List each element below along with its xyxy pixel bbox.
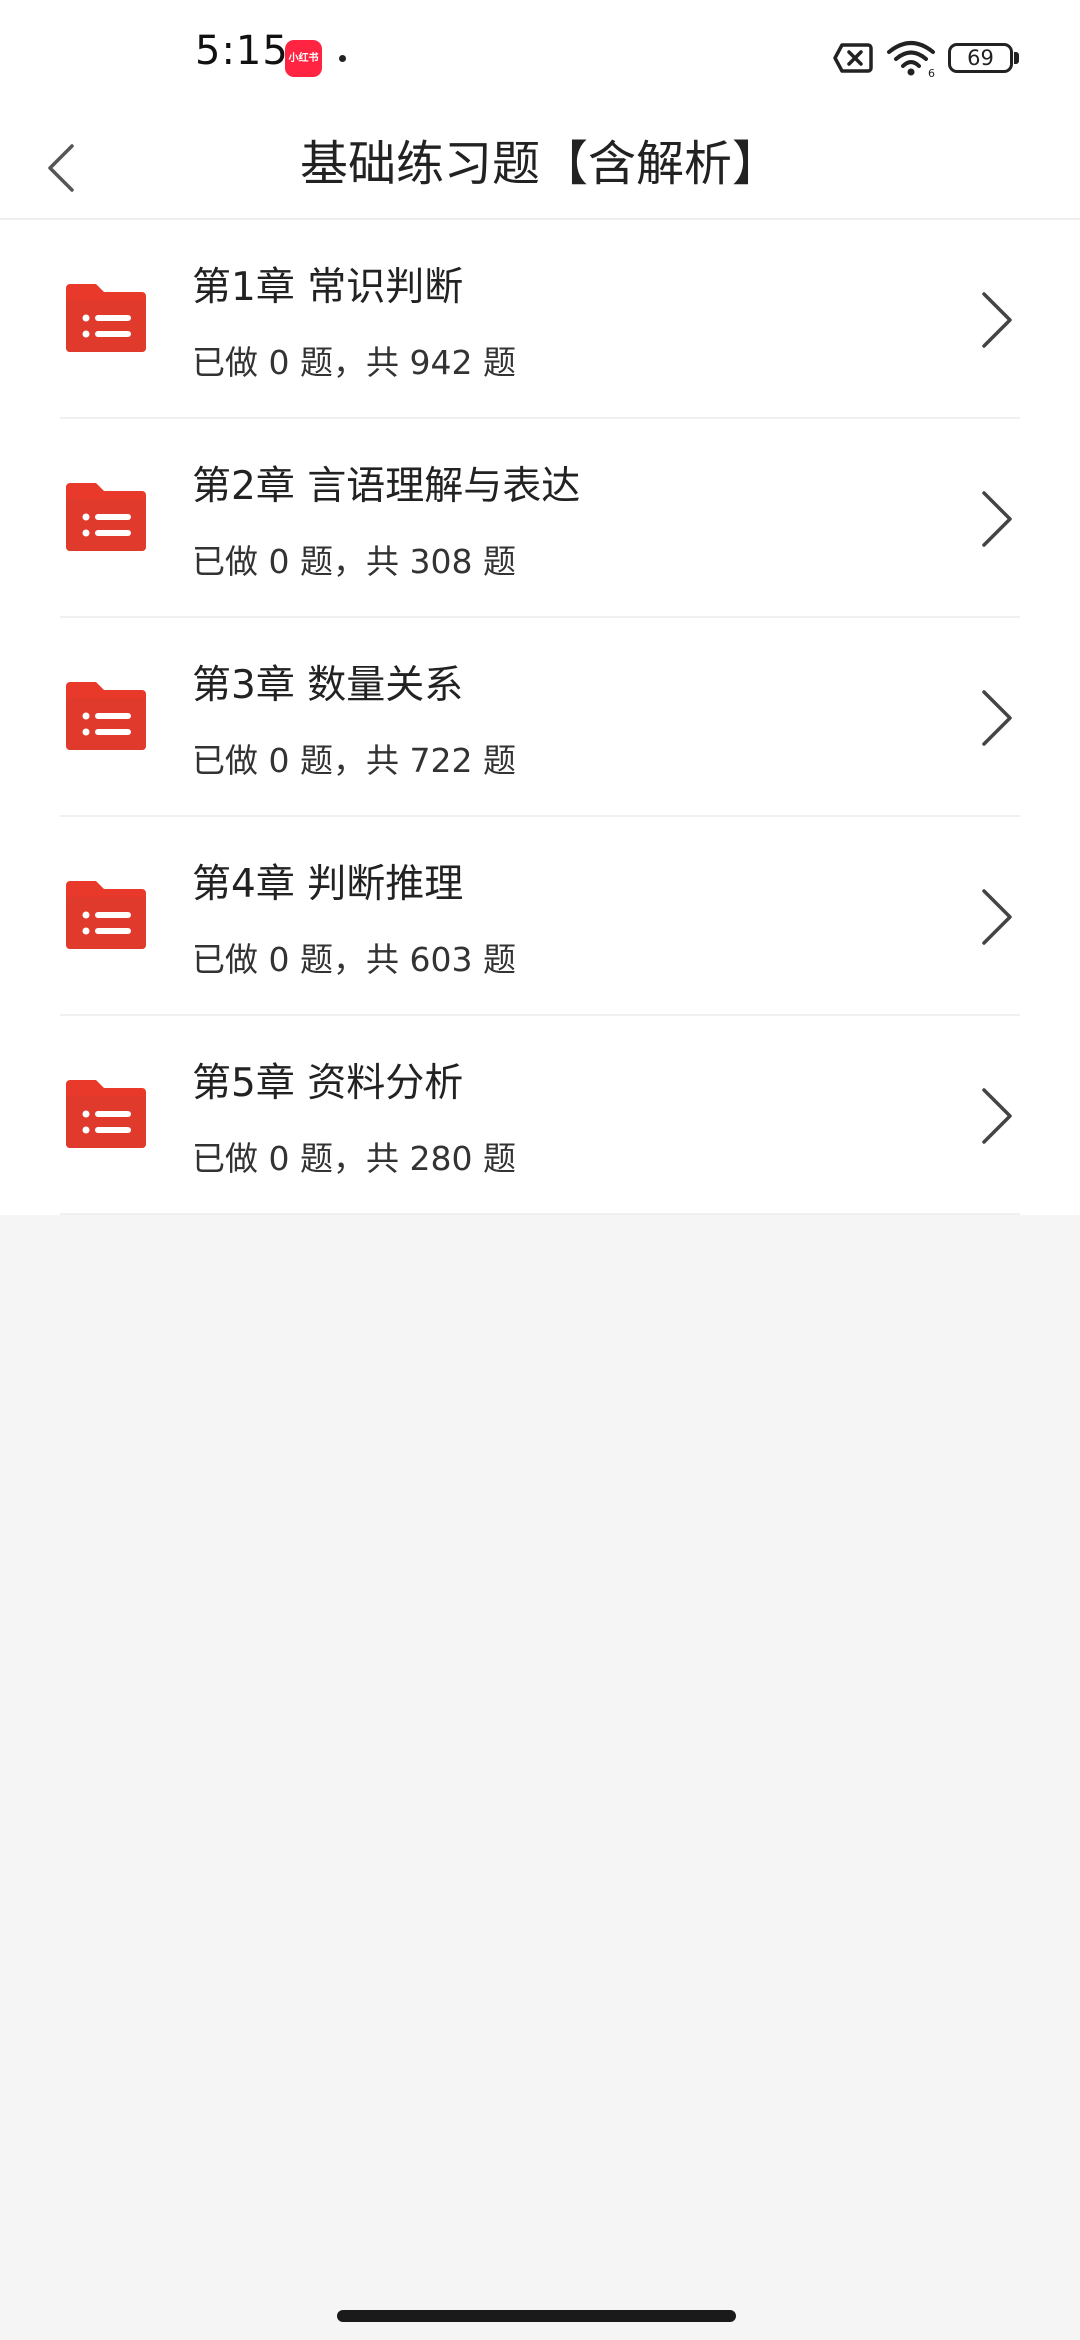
notification-dot-icon bbox=[339, 55, 346, 62]
chevron-right-icon bbox=[982, 1088, 1012, 1144]
chapter-title: 第5章 资料分析 bbox=[192, 1061, 464, 1106]
nav-bar: 基础练习题【含解析】 bbox=[0, 110, 1080, 220]
folder-list-icon bbox=[66, 483, 146, 551]
battery-level: 69 bbox=[967, 46, 994, 70]
folder-list-icon bbox=[66, 1080, 146, 1148]
chapter-list-item[interactable]: 第3章 数量关系 已做 0 题，共 722 题 bbox=[0, 618, 1080, 817]
sim-disabled-icon bbox=[833, 43, 873, 73]
folder-list-icon bbox=[66, 284, 146, 352]
chevron-right-icon bbox=[982, 889, 1012, 945]
svg-text:6: 6 bbox=[928, 67, 935, 78]
chapter-list-item[interactable]: 第2章 言语理解与表达 已做 0 题，共 308 题 bbox=[0, 419, 1080, 618]
chapter-title: 第2章 言语理解与表达 bbox=[192, 464, 581, 509]
chevron-right-icon bbox=[982, 491, 1012, 547]
chapter-list-item[interactable]: 第4章 判断推理 已做 0 题，共 603 题 bbox=[0, 817, 1080, 1016]
chapter-title: 第4章 判断推理 bbox=[192, 862, 464, 907]
page-title: 基础练习题【含解析】 bbox=[299, 136, 780, 192]
chapter-progress: 已做 0 题，共 722 题 bbox=[192, 741, 516, 780]
folder-list-icon bbox=[66, 881, 146, 949]
battery-icon: 69 bbox=[948, 43, 1013, 73]
chapter-list-item[interactable]: 第1章 常识判断 已做 0 题，共 942 题 bbox=[0, 220, 1080, 419]
chevron-right-icon bbox=[982, 690, 1012, 746]
chapter-progress: 已做 0 题，共 942 题 bbox=[192, 343, 516, 382]
divider bbox=[60, 1213, 1020, 1215]
home-indicator[interactable] bbox=[337, 2310, 736, 2322]
chapter-title: 第1章 常识判断 bbox=[192, 265, 464, 310]
chapter-progress: 已做 0 题，共 280 题 bbox=[192, 1139, 516, 1178]
chapter-title: 第3章 数量关系 bbox=[192, 663, 464, 708]
xiaohongshu-app-icon: 小红书 bbox=[285, 40, 322, 77]
chapter-progress: 已做 0 题，共 308 题 bbox=[192, 542, 516, 581]
status-bar: 5:15 小红书 6 69 bbox=[0, 0, 1080, 110]
wifi-icon: 6 bbox=[887, 41, 935, 78]
status-time: 5:15 bbox=[195, 28, 289, 74]
chevron-right-icon bbox=[982, 292, 1012, 348]
chapter-progress: 已做 0 题，共 603 题 bbox=[192, 940, 516, 979]
chapter-list: 第1章 常识判断 已做 0 题，共 942 题 第2章 言语理解与表达 已做 0… bbox=[0, 220, 1080, 1215]
chapter-list-item[interactable]: 第5章 资料分析 已做 0 题，共 280 题 bbox=[0, 1016, 1080, 1215]
folder-list-icon bbox=[66, 682, 146, 750]
battery-cap bbox=[1014, 52, 1019, 64]
